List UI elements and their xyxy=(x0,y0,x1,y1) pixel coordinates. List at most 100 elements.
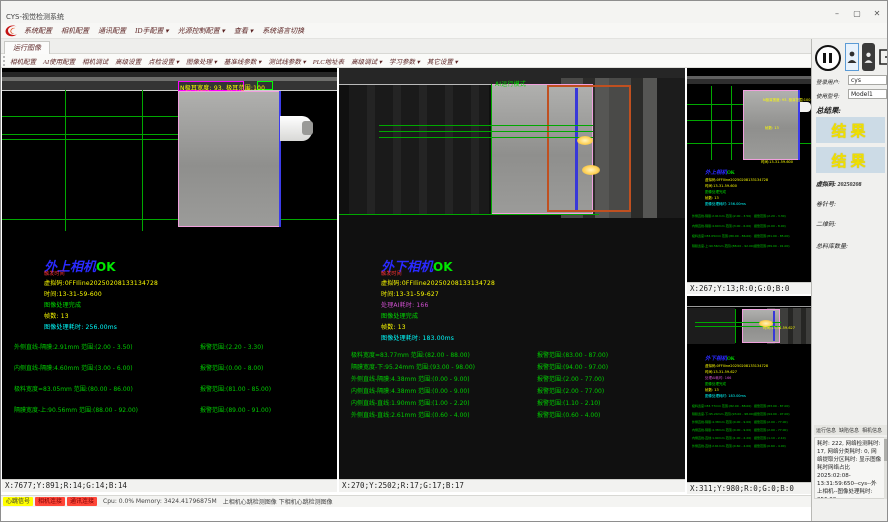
guide-line-vertical xyxy=(731,86,732,160)
ai-mode-overlay: AI运行模式 xyxy=(495,79,526,88)
toolbar-advanced-settings[interactable]: 高级设置 xyxy=(115,56,141,66)
login-user-field[interactable]: cys xyxy=(848,75,887,85)
machine-structure xyxy=(657,78,685,218)
run-info-log: 耗时: 222, 网络检测耗时: 17, 网络分类耗时: 0, 网络提取分区耗时… xyxy=(814,437,885,499)
thumbnail-view-lower[interactable]: 时间:13-31-59-627 外下相机OK 虚拟码:0FFIline20250… xyxy=(687,296,811,482)
measure-value: 内侧直线-隔膜:4.38mm 范围:(0.00 - 9.00) xyxy=(351,386,537,395)
tab-defect-info[interactable]: 缺陷信息 xyxy=(839,427,859,434)
cursor-readout-upper: X:7677;Y:891;R:14;G:14;B:14 xyxy=(2,479,337,492)
user-login-button[interactable] xyxy=(845,43,859,71)
measurement-row: 极料宽度=83.77mm 范围:(82.00 - 88.00)报警范围:(83.… xyxy=(692,404,808,408)
measurement-row: 内侧直线-直线:1.90mm 范围:(1.00 - 2.20)报警范围:(1.1… xyxy=(692,436,808,440)
camera-view-upper[interactable]: N极耳宽度: 93. 极耳范围:100 外上相机OK 触发时间 虚拟码:0FFI… xyxy=(2,68,337,479)
measurement-row: 内侧直线-隔膜:4.38mm 范围:(0.00 - 9.00)报警范围:(2.0… xyxy=(351,386,671,395)
measurement-row: 外侧直线-直线:2.61mm 范围:(0.60 - 4.00)报警范围:(0.6… xyxy=(692,444,808,448)
tab-width-overlay: N极耳宽度: 93. 极耳范围:100 xyxy=(180,83,265,92)
measure-value: 隔膜宽度-上:90.56mm 范围:(88.00 - 92.00) xyxy=(692,244,754,248)
toolbar-camera-config[interactable]: 相机配置 xyxy=(10,56,36,66)
measure-line xyxy=(379,137,593,138)
menu-item-system-config[interactable]: 系统配置 xyxy=(24,26,52,36)
status-bar: 心跳信号 相机连接 通讯连接 Cpu: 0.0% Memory: 3424.41… xyxy=(1,495,811,507)
toolbar-plc-address[interactable]: PLC地址表 xyxy=(313,56,344,66)
alarm-range: 报警范围:(94.00 - 97.00) xyxy=(754,412,808,416)
alarm-range: 报警范围:(83.00 - 87.00) xyxy=(537,350,671,359)
guide-line-vertical xyxy=(711,86,712,160)
menu-item-camera-config[interactable]: 相机配置 xyxy=(61,26,89,36)
maximize-icon[interactable]: ▢ xyxy=(851,9,863,18)
camera-name: 外下相机 xyxy=(705,356,727,362)
measurement-row: 外侧直线-直线:2.61mm 范围:(0.60 - 4.00)报警范围:(0.6… xyxy=(351,410,671,419)
info-scrollbar[interactable] xyxy=(884,437,888,499)
alarm-range: 报警范围:(2.00 - 77.00) xyxy=(754,428,808,432)
alarm-range: 报警范围:(2.00 - 77.00) xyxy=(537,386,671,395)
menu-item-id-hand-config[interactable]: ID手配置 ▾ xyxy=(135,26,169,36)
measure-value: 隔膜宽度-下:95.24mm 范围:(93.00 - 98.00) xyxy=(351,362,537,371)
info-tab-bar: 运行信息 缺陷信息 相机信息 xyxy=(814,425,888,435)
measure-line xyxy=(339,214,599,215)
toolbar-camera-debug[interactable]: 相机调试 xyxy=(82,56,108,66)
app-logo-icon xyxy=(4,24,20,37)
toolbar-spot-check[interactable]: 点检设置 ▾ xyxy=(148,56,179,66)
roi-box-orange xyxy=(547,85,631,212)
pause-button[interactable] xyxy=(815,45,841,71)
menu-item-view[interactable]: 查看 ▾ xyxy=(234,26,253,36)
admin-user-button[interactable] xyxy=(862,43,875,71)
barcode-line: 虚拟码:0FFIline20250208133134728 xyxy=(44,278,158,287)
toolbar-other-settings[interactable]: 其它设置 ▾ xyxy=(427,56,458,66)
measurement-row: 隔膜宽度-下:95.24mm 范围:(93.00 - 98.00)报警范围:(9… xyxy=(351,362,671,371)
tab-camera-info[interactable]: 相机信息 xyxy=(862,427,882,434)
edge-marker xyxy=(279,91,281,227)
toolbar-advanced-debug[interactable]: 高级调试 ▾ xyxy=(351,56,382,66)
thumbnail-view-upper[interactable]: N极耳宽度: 93. 极耳范围:100 帧数: 13 时间:13-31-59-6… xyxy=(687,68,811,282)
menu-item-comm-config[interactable]: 通讯配置 xyxy=(98,26,126,36)
pause-icon xyxy=(823,53,826,63)
alarm-range: 报警范围:(83.00 - 87.00) xyxy=(754,404,808,408)
frame-line: 帧数: 13 xyxy=(705,388,719,393)
toolbar-learning-params[interactable]: 学习参数 ▾ xyxy=(389,56,420,66)
result-box-upper: 结果 xyxy=(816,117,885,143)
user-icon xyxy=(864,51,873,64)
alarm-range: 报警范围:(0.60 - 4.00) xyxy=(537,410,671,419)
menu-item-language-switch[interactable]: 系统语言切换 xyxy=(262,26,304,36)
close-icon[interactable]: ✕ xyxy=(871,9,883,18)
tab-run-image[interactable]: 运行图像 xyxy=(4,41,50,54)
camera-result-title: 外上相机OK xyxy=(705,168,735,176)
elapsed-line: 图像处理耗时: 183.00ms xyxy=(381,333,454,342)
toolbar-testline-params[interactable]: 测试线参数 ▾ xyxy=(268,56,305,66)
alarm-range: 报警范围:(0.00 - 8.00) xyxy=(754,224,808,228)
measurement-row: 内侧直线-隔膜:4.60mm 范围:(3.00 - 6.00)报警范围:(0.0… xyxy=(692,224,808,228)
exit-button[interactable] xyxy=(878,43,888,71)
camera-name: 外上相机 xyxy=(705,170,727,176)
guide-line-vertical xyxy=(491,84,492,214)
camera-result-ok: OK xyxy=(96,260,116,274)
model-field[interactable]: Model1 xyxy=(848,89,887,99)
measurement-row: 内侧直线-隔膜:4.38mm 范围:(0.00 - 9.00)报警范围:(2.0… xyxy=(692,428,808,432)
scrollbar-thumb[interactable] xyxy=(884,439,888,461)
measurement-row: 极料宽度=83.05mm 范围:(80.00 - 86.00)报警范围:(81.… xyxy=(692,234,808,238)
camera-result-ok: OK xyxy=(727,171,735,176)
minimize-icon[interactable]: – xyxy=(831,9,843,18)
result-box-lower: 结果 xyxy=(816,147,885,173)
toolbar-image-processing[interactable]: 图像处理 ▾ xyxy=(186,56,217,66)
measurement-row: 隔膜宽度-下:95.24mm 范围:(93.00 - 98.00)报警范围:(9… xyxy=(692,412,808,416)
tab-run-info[interactable]: 运行信息 xyxy=(816,427,836,434)
ai-elapsed-line: 处理AI耗时: 166 xyxy=(705,376,731,381)
toolbar-ai-config[interactable]: AI使用配置 xyxy=(43,56,75,66)
time-line: 时间:13-31-59-600 xyxy=(44,289,102,298)
menu-item-light-control[interactable]: 光源控制配置 ▾ xyxy=(178,26,225,36)
done-line: 图像处理完成 xyxy=(705,382,726,387)
reflection-glint xyxy=(582,165,600,175)
camera-view-lower[interactable]: AI运行模式 外下相机OK 触发时间 虚拟码:0FFIline202502081… xyxy=(339,68,685,479)
measure-value: 内侧直线-直线:1.90mm 范围:(1.00 - 2.20) xyxy=(692,436,754,440)
frame-line: 帧数: 13 xyxy=(44,311,69,320)
camera-result-ok: OK xyxy=(727,357,735,362)
cursor-readout-thumb-lower: X:311;Y:980;R:0;G:0;B:0 xyxy=(687,482,811,494)
barcode-line: 虚拟码:0FFIline20250208133134728 xyxy=(705,364,768,369)
measurement-row: 内侧直线-直线:1.90mm 范围:(1.00 - 2.20)报警范围:(1.1… xyxy=(351,398,671,407)
measure-value: 外侧直线-隔膜:2.91mm 范围:(2.00 - 3.50) xyxy=(14,342,200,351)
toolbar-baseline-params[interactable]: 基准线参数 ▾ xyxy=(224,56,261,66)
alarm-range: 报警范围:(81.00 - 85.00) xyxy=(200,384,334,393)
measure-value: 极料宽度=83.05mm 范围:(80.00 - 86.00) xyxy=(14,384,200,393)
elapsed-line: 图像处理耗时: 183.00ms xyxy=(705,394,746,399)
edge-marker xyxy=(575,88,578,210)
